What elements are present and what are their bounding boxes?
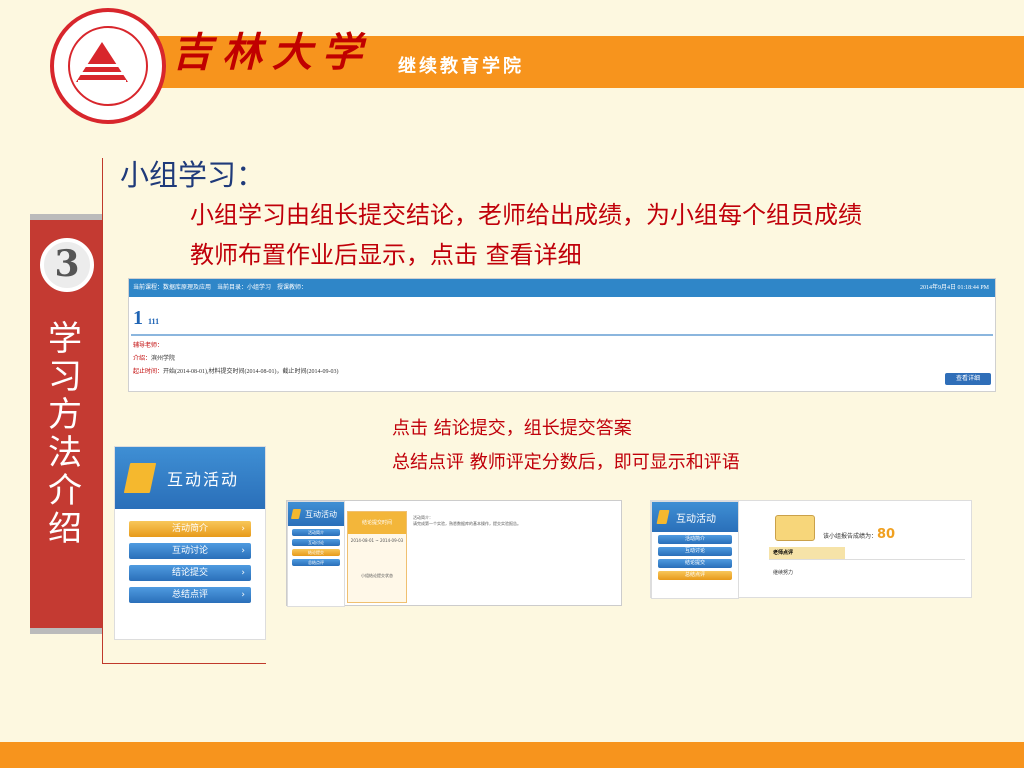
submit-side-panel: 互动活动 活动简介 互动讨论 结论提交 总结点评 <box>287 501 345 607</box>
score-side-panel: 互动活动 活动简介 互动讨论 结论提交 总结点评 <box>651 501 739 599</box>
note-line-2: 总结点评 教师评定分数后，即可显示和评语 <box>392 452 740 473</box>
score-value: 80 <box>877 527 896 542</box>
chevron-right-icon: › <box>241 546 245 556</box>
tutor-row: 辅导老师： <box>133 340 995 349</box>
title-sub: 111 <box>148 317 160 326</box>
menu-label: 结论提交 <box>171 568 208 578</box>
menu-item[interactable]: 互动讨论 <box>658 547 732 556</box>
score-screenshot: 互动活动 活动简介 互动讨论 结论提交 总结点评 该小组报告成绩为：80 老师点… <box>650 500 972 599</box>
menu-submit-conclusion[interactable]: 结论提交 › <box>129 565 251 581</box>
menu-item[interactable]: 结论提交 <box>658 559 732 568</box>
detail-topbar: 当前课程：数据库原理及应用 当前目录：小组学习 授课教师： 2014年9月4日 … <box>129 279 995 297</box>
deadline-value: 开始(2014-08-01),材料提交时间(2014-08-01)，截止时间(2… <box>163 369 339 375</box>
divider-horizontal <box>102 663 266 664</box>
breadcrumb: 当前课程：数据库原理及应用 当前目录：小组学习 授课教师： <box>133 285 308 291</box>
university-name: 吉林大学 <box>172 29 372 76</box>
menu-discussion[interactable]: 互动讨论 › <box>129 543 251 559</box>
section-number-badge: 3 <box>40 238 94 292</box>
menu-item[interactable]: 结论提交 <box>292 549 340 556</box>
section-vertical-title: 学习方法介绍 <box>48 319 82 549</box>
menu-item[interactable]: 总结点评 <box>292 559 340 566</box>
menu-label: 互动讨论 <box>171 546 208 556</box>
intro-value: 滨州学院 <box>151 356 176 362</box>
panel-title: 互动活动 <box>676 513 716 525</box>
deadline-row: 起止时间：开始(2014-08-01),材料提交时间(2014-08-01)，截… <box>133 366 995 375</box>
activity-panel: 互动活动 活动简介 › 互动讨论 › 结论提交 › 总结点评 › <box>114 446 266 640</box>
intro-label: 介绍： <box>133 356 152 362</box>
menu-activity-intro[interactable]: 活动简介 › <box>129 521 251 537</box>
university-logo <box>50 8 166 124</box>
submit-card-text: 2014-08-01 ~ 2014-09-03 <box>350 538 404 543</box>
date-text: 2014年9月4日 01:18:44 PM <box>919 285 989 291</box>
comment-title: 老师点评 <box>769 547 845 559</box>
page-title: 小组学习： <box>120 158 266 192</box>
chevron-right-icon: › <box>241 590 245 600</box>
description-line-2: 教师布置作业后显示，点击 查看详细 <box>190 241 582 269</box>
folder-icon <box>775 515 815 541</box>
submit-card: 结论提交时间 2014-08-01 ~ 2014-09-03 小组结论提交状态 <box>347 511 407 603</box>
menu-item[interactable]: 总结点评 <box>658 571 732 580</box>
footer-band <box>0 742 1024 768</box>
college-name: 继续教育学院 <box>398 56 524 77</box>
detail-title: 1 111 <box>133 307 995 330</box>
menu-label: 活动简介 <box>171 524 208 534</box>
submit-card-title: 结论提交时间 <box>348 512 406 534</box>
menu-label: 总结点评 <box>171 590 208 600</box>
submit-card-note: 小组结论提交状态 <box>361 573 393 578</box>
menu-item[interactable]: 活动简介 <box>658 535 732 544</box>
book-icon <box>290 509 302 519</box>
chevron-right-icon: › <box>241 524 245 534</box>
menu-item[interactable]: 互动讨论 <box>292 539 340 546</box>
tutor-label: 辅导老师： <box>133 343 164 349</box>
menu-summary-review[interactable]: 总结点评 › <box>129 587 251 603</box>
detail-screenshot: 当前课程：数据库原理及应用 当前目录：小组学习 授课教师： 2014年9月4日 … <box>128 278 996 392</box>
submit-screenshot: 互动活动 活动简介 互动讨论 结论提交 总结点评 结论提交时间 2014-08-… <box>286 500 622 607</box>
title-number: 1 <box>133 307 143 329</box>
panel-title: 互动活动 <box>305 509 337 519</box>
score-label: 该小组报告成绩为：80 <box>823 527 896 542</box>
submit-intro-text: 请完成第一个实验，熟悉数据库的基本操作，提交实验报告。 <box>413 521 521 526</box>
comment-text: 继续努力 <box>773 570 794 576</box>
description-line-1: 小组学习由组长提交结论，老师给出成绩，为小组每个组员成绩 <box>190 201 862 229</box>
activity-panel-header: 互动活动 <box>115 447 265 509</box>
book-icon <box>656 510 670 524</box>
intro-row: 介绍：滨州学院 <box>133 353 995 362</box>
note-line-1: 点击 结论提交，组长提交答案 <box>392 418 632 439</box>
book-icon <box>123 463 157 493</box>
chevron-right-icon: › <box>241 568 245 578</box>
activity-panel-title: 互动活动 <box>167 470 240 489</box>
divider-vertical <box>102 158 103 664</box>
view-detail-button[interactable]: 查看详细 <box>945 373 991 385</box>
deadline-label: 起止时间： <box>133 369 164 375</box>
menu-item[interactable]: 活动简介 <box>292 529 340 536</box>
submit-intro: 活动简介： 请完成第一个实验，熟悉数据库的基本操作，提交实验报告。 <box>413 515 617 527</box>
